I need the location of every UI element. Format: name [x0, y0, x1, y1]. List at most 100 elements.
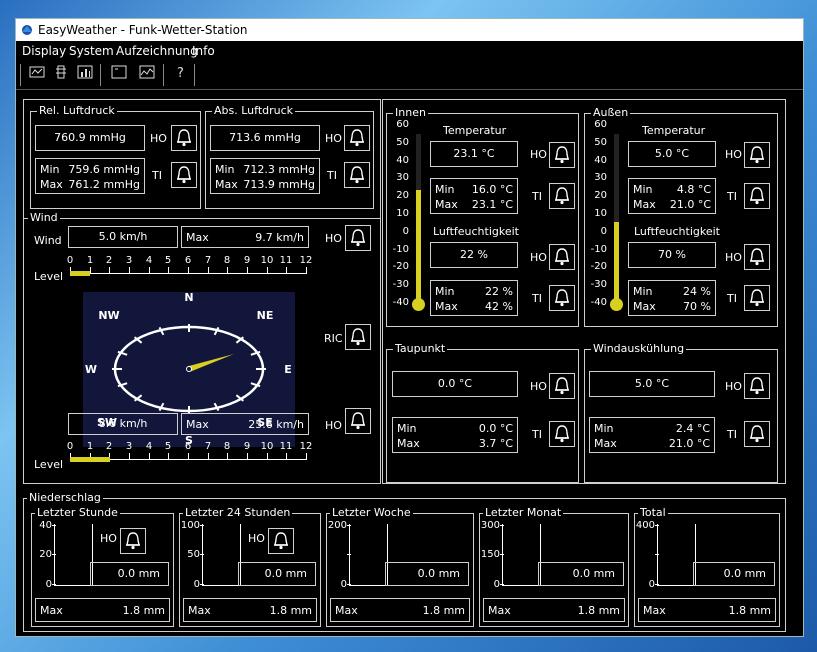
- rel-pressure-high-alarm-button[interactable]: [171, 125, 197, 151]
- wind-gust-high-alarm-button[interactable]: [345, 408, 371, 434]
- scale-tick-label: 3: [125, 441, 133, 452]
- thermometer-bulb: [610, 298, 623, 311]
- outdoor-temp-low-alarm-button[interactable]: [744, 183, 770, 209]
- thermometer-scale-label: 40: [396, 155, 409, 166]
- history-graph-icon[interactable]: [136, 65, 158, 85]
- level-fill: [70, 457, 110, 462]
- rel-pressure-min: 759.6 mmHg: [68, 163, 140, 176]
- rain-high-alarm-button[interactable]: [120, 528, 146, 554]
- wind-level-label: Level: [34, 270, 64, 283]
- indoor-humidity-high-label: HO: [530, 251, 547, 264]
- scale-tick-label: 10: [260, 255, 274, 266]
- indoor-temp-high-label: HO: [530, 148, 547, 161]
- rain-scale-label: 150: [480, 549, 500, 560]
- scale-tick-label: 2: [105, 441, 113, 452]
- rain-axis: [202, 524, 203, 586]
- record-window-icon[interactable]: [108, 65, 130, 85]
- dewpoint-high-alarm-button[interactable]: [549, 373, 575, 399]
- indoor-temp-label: Temperatur: [443, 124, 507, 137]
- max-label: Max: [335, 604, 358, 617]
- station-icon[interactable]: [50, 65, 72, 85]
- scale-tick-label: 4: [145, 255, 153, 266]
- windchill-title: Windauskühlung: [591, 342, 687, 356]
- menu-system[interactable]: System: [69, 41, 114, 61]
- max-label: Max: [40, 604, 63, 617]
- scale-tick-label: 5: [164, 255, 172, 266]
- level-fill: [70, 271, 90, 276]
- thermometer-scale-label: -40: [392, 297, 409, 308]
- bell-icon: [555, 187, 569, 205]
- scale-tick-label: 12: [299, 255, 313, 266]
- abs-pressure-low-alarm-button[interactable]: [344, 162, 370, 188]
- windchill-panel: Windauskühlung 5.0 °C HO Min 2.4 °C Max 21…: [584, 342, 778, 483]
- indoor-temp-high-alarm-button[interactable]: [549, 142, 575, 168]
- wind-speed-value: 5.0 km/h: [68, 226, 178, 248]
- bell-icon: [351, 328, 365, 346]
- bell-icon: [351, 229, 365, 247]
- max-label: Max: [186, 231, 209, 244]
- wind-title: Wind: [28, 211, 60, 225]
- rain-scale-label: 40: [39, 520, 52, 531]
- rain-panels: Letzter Stunde 40 20 0 HO 0.0 mm Max 1.8 mm Letz…: [24, 499, 787, 633]
- thermometer-scale-label: 30: [594, 172, 607, 183]
- rain-high-label: HO: [100, 532, 117, 545]
- menu-info[interactable]: Info: [192, 41, 215, 61]
- weather-display-icon[interactable]: [26, 65, 48, 85]
- toolbar-separator: [194, 64, 195, 86]
- help-icon[interactable]: ?: [169, 65, 191, 85]
- outdoor-humidity-high-alarm-button[interactable]: [744, 244, 770, 270]
- windchill-high-alarm-button[interactable]: [744, 373, 770, 399]
- indoor-humidity-low-alarm-button[interactable]: [549, 285, 575, 311]
- thermometer-scale-label: 60: [594, 119, 607, 130]
- rain-scale-label: 0: [45, 579, 52, 590]
- bell-icon: [555, 425, 569, 443]
- windchill-low-alarm-button[interactable]: [744, 421, 770, 447]
- bell-icon: [350, 129, 364, 147]
- rain-high-alarm-button[interactable]: [268, 528, 294, 554]
- wind-gust-max-value: 25.6 km/h: [248, 418, 304, 431]
- outdoor-temp-high-label: HO: [725, 148, 742, 161]
- min-label: Min: [40, 163, 60, 176]
- rain-scale-label: 0: [493, 579, 500, 590]
- outdoor-humidity-low-alarm-button[interactable]: [744, 285, 770, 311]
- dewpoint-low-alarm-button[interactable]: [549, 421, 575, 447]
- scale-tick-label: 6: [184, 255, 192, 266]
- outdoor-temp-max: 21.0 °C: [669, 198, 711, 211]
- max-label: Max: [435, 300, 458, 313]
- wind-high-alarm-button[interactable]: [345, 225, 371, 251]
- rain-axis: [54, 585, 92, 586]
- thermometer-scale-label: -20: [590, 261, 607, 272]
- outdoor-temp-label: Temperatur: [642, 124, 706, 137]
- indoor-humidity-low-label: TI: [532, 292, 542, 305]
- dewpoint-panel: Taupunkt 0.0 °C HO Min 0.0 °C Max 3.7 °C T…: [386, 342, 579, 483]
- rain-max-box: Max 1.8 mm: [638, 598, 776, 622]
- bar-chart-icon[interactable]: [74, 65, 96, 85]
- indoor-temp-minmax: Min 16.0 °C Max 23.1 °C: [430, 178, 518, 214]
- toolbar: ?: [16, 61, 803, 90]
- toolbar-separator: [100, 64, 101, 86]
- dewpoint-min: 0.0 °C: [478, 422, 513, 435]
- outdoor-humidity-high-label: HO: [725, 251, 742, 264]
- dewpoint-low-label: TI: [532, 428, 542, 441]
- thermometer-scale-label: -40: [590, 297, 607, 308]
- title-bar[interactable]: EasyWeather - Funk-Wetter-Station: [16, 19, 803, 41]
- wind-direction-alarm-button[interactable]: [345, 324, 371, 350]
- indoor-humidity-minmax: Min 22 % Max 42 %: [430, 280, 518, 316]
- bell-icon: [750, 425, 764, 443]
- wind-gust-level-label: Level: [34, 458, 64, 471]
- indoor-humidity-high-alarm-button[interactable]: [549, 244, 575, 270]
- menu-aufzeichnung[interactable]: Aufzeichnung: [116, 41, 198, 61]
- scale-tick-label: 6: [184, 441, 192, 452]
- abs-pressure-high-alarm-button[interactable]: [344, 125, 370, 151]
- wind-level-scale: 0 1 2 3 4 5 6 7 8 9 10 11 12: [67, 255, 312, 277]
- indoor-temp-low-alarm-button[interactable]: [549, 183, 575, 209]
- rel-pressure-low-alarm-button[interactable]: [171, 162, 197, 188]
- rain-scale-label: 50: [187, 549, 200, 560]
- menu-display[interactable]: Display: [22, 41, 66, 61]
- scale-tick-label: 9: [243, 255, 251, 266]
- min-label: Min: [633, 183, 653, 196]
- indoor-temp-low-label: TI: [532, 190, 542, 203]
- scale-tick-label: 12: [299, 441, 313, 452]
- outdoor-temp-high-alarm-button[interactable]: [744, 142, 770, 168]
- bell-icon: [555, 377, 569, 395]
